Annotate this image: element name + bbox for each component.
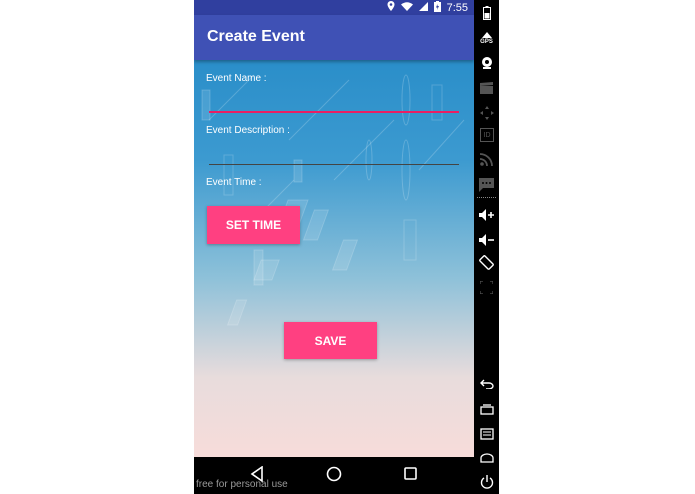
sidebar-home-icon[interactable]	[479, 450, 494, 465]
event-time-label: Event Time :	[206, 177, 262, 188]
form-content: Event Name : Event Description : Event T…	[194, 60, 474, 457]
sidebar-menu-icon[interactable]	[479, 426, 494, 441]
watermark: free for personal use	[196, 479, 288, 490]
power-icon[interactable]	[479, 474, 494, 489]
id-icon[interactable]: ID	[480, 128, 494, 142]
gps-icon[interactable]: GPS	[479, 31, 494, 46]
volume-down-icon[interactable]	[479, 232, 494, 247]
phone-screen: 7:55 Create Event Event Name: Event Des…	[194, 0, 474, 494]
rotate-icon[interactable]	[479, 255, 494, 270]
save-button[interactable]: SAVE	[284, 322, 377, 359]
signal-icon	[418, 1, 428, 14]
sidebar-back-icon[interactable]	[479, 376, 494, 391]
battery-sidebar-icon[interactable]	[479, 5, 494, 20]
camera-icon[interactable]	[479, 55, 494, 70]
page-title: Create Event	[207, 28, 305, 45]
fullscreen-icon[interactable]	[479, 280, 494, 295]
navigation-bar: free for personal use	[194, 457, 474, 494]
recents-icon[interactable]	[404, 466, 418, 487]
clapper-icon[interactable]	[479, 80, 494, 95]
event-description-input[interactable]	[209, 164, 459, 165]
sidebar-divider	[477, 197, 496, 198]
message-icon[interactable]	[479, 177, 494, 192]
clock: 7:55	[446, 1, 468, 14]
status-bar: 7:55	[194, 0, 474, 15]
set-time-button[interactable]: SET TIME	[207, 206, 300, 244]
event-description-label: Event Description :	[206, 125, 290, 136]
rss-icon[interactable]	[479, 152, 494, 167]
emulator-sidebar: GPS ID	[474, 0, 499, 494]
gps-label: GPS	[480, 39, 493, 45]
app-bar: Create Event	[194, 15, 474, 60]
battery-icon	[433, 0, 441, 15]
location-icon	[387, 1, 395, 14]
home-icon[interactable]	[326, 466, 342, 487]
event-name-label: Event Name :	[206, 73, 267, 84]
dpad-icon[interactable]	[479, 105, 494, 120]
wifi-icon	[400, 1, 413, 14]
event-name-input[interactable]	[209, 111, 459, 113]
volume-up-icon[interactable]	[479, 207, 494, 222]
background-decoration	[201, 74, 465, 326]
sidebar-recents-icon[interactable]	[479, 401, 494, 416]
